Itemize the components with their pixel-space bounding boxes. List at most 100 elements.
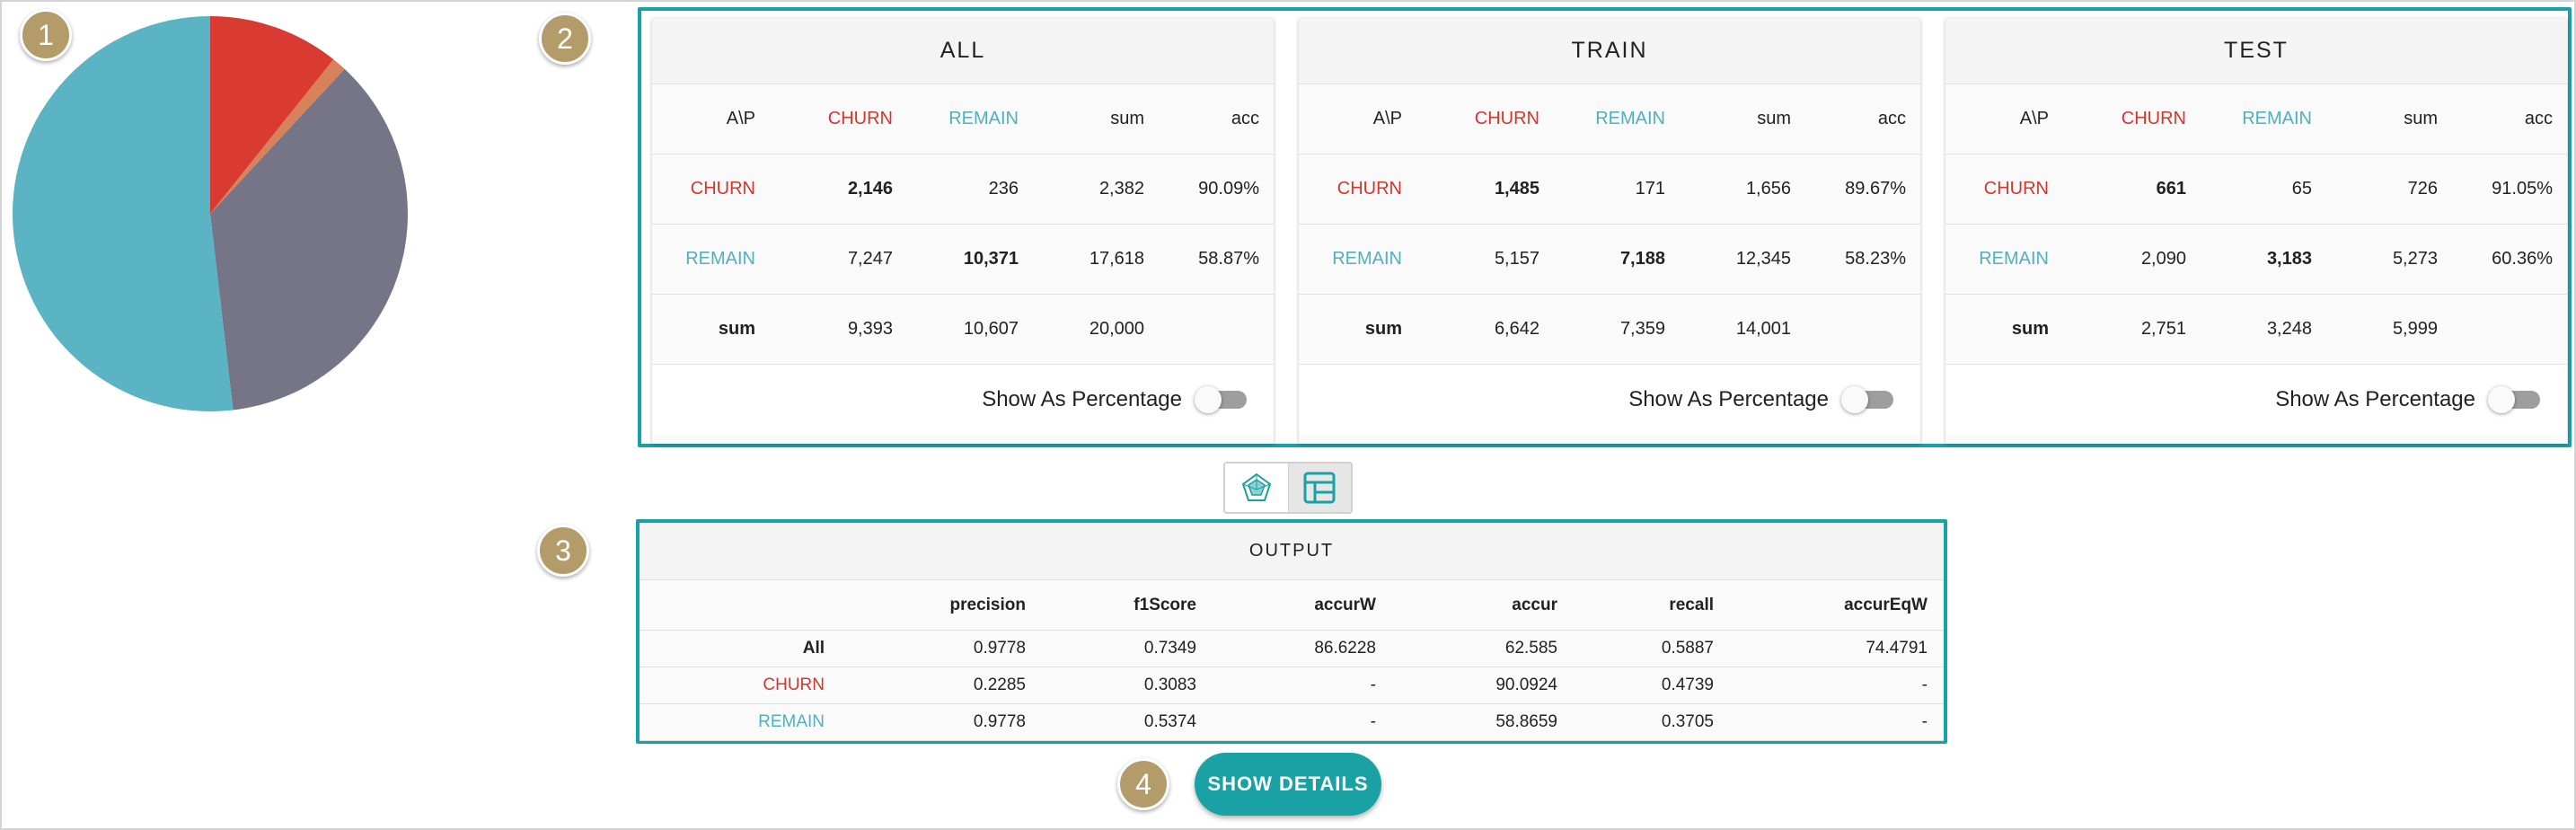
confusion-row-label: REMAIN	[1979, 249, 2049, 269]
confusion-row-churn: CHURN 1,485 171 1,656 89.67%	[1299, 155, 1920, 225]
confusion-panel-title: TEST	[1945, 18, 2567, 84]
confusion-cell: 91.05%	[2492, 179, 2553, 199]
toggle-knob	[1195, 386, 1222, 413]
confusion-cell: 726	[2407, 179, 2438, 199]
output-cell: 62.585	[1504, 639, 1557, 658]
confusion-cell: 171	[1635, 179, 1665, 199]
confusion-header-cell: acc	[1231, 109, 1259, 128]
confusion-row-label: sum	[1364, 319, 1402, 339]
confusion-cell: 65	[2291, 179, 2312, 199]
output-cell: 0.3705	[1661, 712, 1714, 731]
output-header-cell: recall	[1669, 595, 1714, 614]
confusion-cell: 1,485	[1494, 179, 1539, 199]
output-row-churn: CHURN 0.2285 0.3083 - 90.0924 0.4739 -	[640, 667, 1944, 704]
confusion-header-cell: REMAIN	[1595, 109, 1665, 128]
table-icon	[1303, 472, 1336, 504]
confusion-header-row: A\P CHURN REMAIN sum acc	[1945, 84, 2567, 155]
output-metrics-section: OUTPUT precision f1Score accurW accur re…	[636, 519, 1947, 744]
confusion-header-cell: A\P	[2019, 109, 2049, 128]
confusion-header-cell: sum	[2404, 109, 2438, 128]
output-cell: 90.0924	[1495, 675, 1557, 694]
confusion-header-cell: REMAIN	[2242, 109, 2312, 128]
confusion-row-label: REMAIN	[1332, 249, 1402, 269]
confusion-row-label: CHURN	[1983, 179, 2049, 199]
confusion-cell: 6,642	[1494, 319, 1539, 339]
confusion-cell: 58.23%	[1845, 249, 1906, 269]
confusion-row-label: sum	[2011, 319, 2049, 339]
confusion-row-label: CHURN	[690, 179, 755, 199]
confusion-row-remain: REMAIN 7,247 10,371 17,618 58.87%	[652, 225, 1274, 295]
confusion-panel-test: TEST A\P CHURN REMAIN sum acc CHURN 661 65 726 91.…	[1945, 18, 2567, 444]
output-row-label: REMAIN	[758, 712, 825, 731]
prediction-pie-chart	[13, 16, 408, 411]
show-details-button[interactable]: SHOW DETAILS	[1195, 753, 1381, 816]
confusion-row-label: CHURN	[1337, 179, 1402, 199]
confusion-cell: 2,090	[2140, 249, 2186, 269]
show-as-percentage-toggle[interactable]	[1841, 386, 1893, 413]
confusion-header-row: A\P CHURN REMAIN sum acc	[1299, 84, 1920, 155]
output-cell: 74.4791	[1866, 639, 1928, 658]
confusion-header-cell: A\P	[1372, 109, 1402, 128]
confusion-cell: 7,247	[847, 249, 893, 269]
confusion-header-cell: acc	[1877, 109, 1906, 128]
output-header-row: precision f1Score accurW accur recall ac…	[640, 580, 1944, 631]
output-header-cell: accur	[1512, 595, 1557, 614]
confusion-row-remain: REMAIN 5,157 7,188 12,345 58.23%	[1299, 225, 1920, 295]
show-as-percentage-row: Show As Percentage	[1299, 365, 1920, 435]
confusion-cell: 58.87%	[1198, 249, 1259, 269]
confusion-cell: 2,146	[847, 179, 893, 199]
confusion-cell: 20,000	[1089, 319, 1144, 339]
pie-slice-remain-correct[interactable]	[13, 16, 234, 411]
output-header-cell: accurEqW	[1844, 595, 1928, 614]
output-cell: 0.9778	[973, 639, 1026, 658]
table-view-button[interactable]	[1287, 464, 1351, 512]
output-cell: 0.2285	[973, 675, 1026, 694]
callout-marker-2: 2	[539, 13, 591, 65]
output-row-all: All 0.9778 0.7349 86.6228 62.585 0.5887 …	[640, 631, 1944, 667]
output-cell: 86.6228	[1314, 639, 1376, 658]
output-row-remain: REMAIN 0.9778 0.5374 - 58.8659 0.3705 -	[640, 704, 1944, 741]
confusion-header-cell: sum	[1110, 109, 1144, 128]
confusion-panel-all: ALL A\P CHURN REMAIN sum acc CHURN 2,146 236 2,38…	[652, 18, 1274, 444]
confusion-header-cell: REMAIN	[948, 109, 1019, 128]
confusion-cell: 10,607	[963, 319, 1019, 339]
confusion-header-cell: CHURN	[827, 109, 893, 128]
confusion-header-cell: CHURN	[2121, 109, 2186, 128]
confusion-cell: 2,751	[2140, 319, 2186, 339]
confusion-cell: 3,183	[2266, 249, 2312, 269]
radar-chart-view-button[interactable]	[1225, 464, 1288, 512]
view-switch	[1223, 462, 1353, 514]
show-as-percentage-label: Show As Percentage	[2275, 387, 2475, 411]
callout-marker-4: 4	[1117, 758, 1169, 810]
output-cell: 0.5887	[1661, 639, 1714, 658]
output-cell: -	[1921, 712, 1928, 731]
confusion-cell: 7,188	[1619, 249, 1665, 269]
confusion-row-sum: sum 6,642 7,359 14,001	[1299, 295, 1920, 365]
confusion-cell: 10,371	[963, 249, 1019, 269]
output-cell: 0.5374	[1143, 712, 1196, 731]
confusion-panel-title: TRAIN	[1299, 18, 1920, 84]
output-cell: 58.8659	[1495, 712, 1557, 731]
confusion-header-row: A\P CHURN REMAIN sum acc	[652, 84, 1274, 155]
output-title: OUTPUT	[640, 523, 1944, 580]
output-row-label: CHURN	[763, 675, 825, 694]
confusion-cell: 1,656	[1745, 179, 1791, 199]
show-as-percentage-toggle[interactable]	[2488, 386, 2540, 413]
confusion-cell: 5,157	[1494, 249, 1539, 269]
show-as-percentage-label: Show As Percentage	[1628, 387, 1829, 411]
confusion-header-cell: A\P	[726, 109, 755, 128]
confusion-cell: 5,273	[2392, 249, 2438, 269]
show-as-percentage-row: Show As Percentage	[1945, 365, 2567, 435]
output-cell: 0.7349	[1143, 639, 1196, 658]
output-cell: -	[1370, 675, 1376, 694]
confusion-cell: 12,345	[1735, 249, 1791, 269]
show-as-percentage-label: Show As Percentage	[982, 387, 1182, 411]
callout-marker-3: 3	[537, 525, 589, 577]
confusion-cell: 60.36%	[2492, 249, 2553, 269]
show-as-percentage-toggle[interactable]	[1195, 386, 1247, 413]
confusion-row-remain: REMAIN 2,090 3,183 5,273 60.36%	[1945, 225, 2567, 295]
confusion-cell: 17,618	[1089, 249, 1144, 269]
toggle-knob	[1841, 386, 1868, 413]
confusion-header-cell: CHURN	[1474, 109, 1539, 128]
confusion-cell: 89.67%	[1845, 179, 1906, 199]
